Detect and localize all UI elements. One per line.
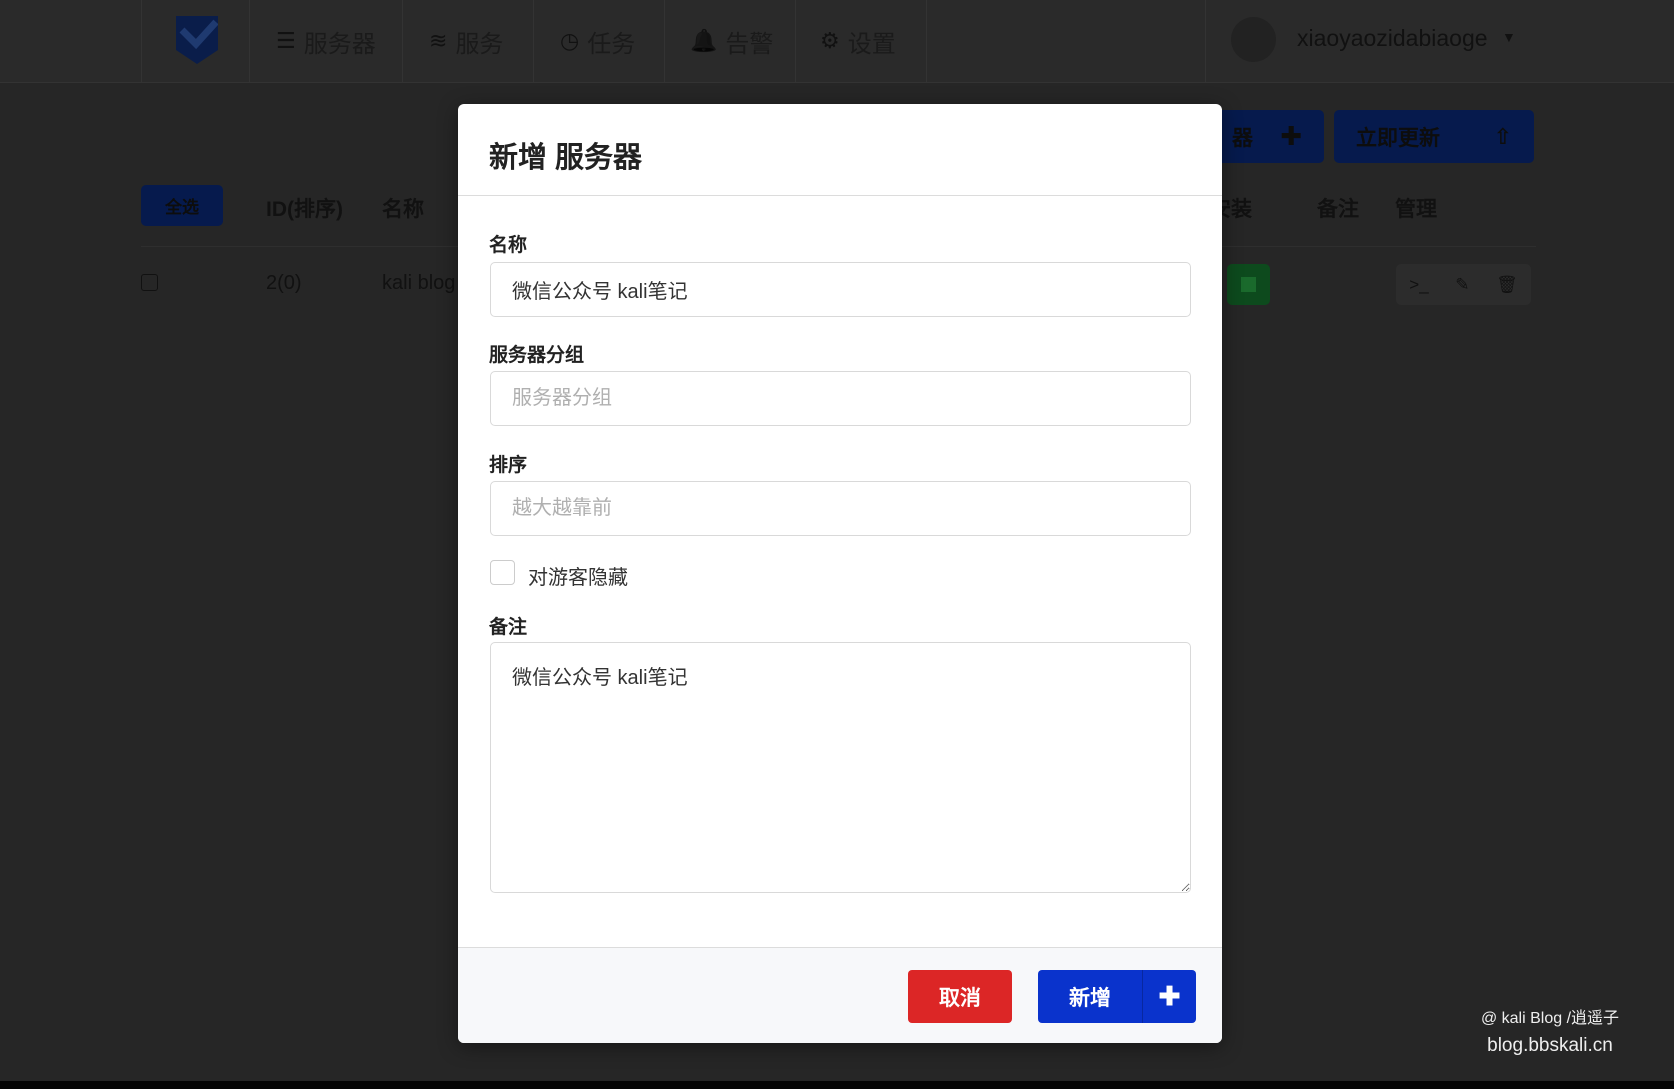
note-label: 备注 [489, 617, 528, 638]
windows-install-button[interactable] [1227, 264, 1270, 305]
nav-services[interactable]: ≋ 服务 [429, 22, 503, 60]
submit-button[interactable]: 新增 ✚ [1038, 970, 1196, 1023]
edit-icon[interactable]: ✎ [1455, 275, 1469, 295]
add-server-button[interactable]: 器 ✚ [1210, 110, 1324, 163]
nav-label: 设置 [847, 30, 896, 58]
row-id: 2(0) [266, 272, 302, 294]
divider [458, 195, 1222, 196]
plus-icon: ✚ [1280, 121, 1302, 151]
modal-title: 新增 服务器 [489, 142, 643, 174]
row-actions: >_ ✎ 🗑 [1396, 264, 1531, 305]
add-server-modal: 新增 服务器 名称 服务器分组 排序 对游客隐藏 备注 微信公众号 kali笔记… [458, 104, 1222, 1043]
header-id: ID(排序) [266, 198, 343, 221]
divider [141, 0, 142, 83]
bottom-bar [0, 1081, 1674, 1089]
header-manage: 管理 [1395, 198, 1437, 221]
order-label: 排序 [489, 455, 528, 476]
username[interactable]: xiaoyaozidabiaoge [1297, 25, 1488, 52]
nav-label: 服务器 [303, 30, 376, 58]
nav-alerts[interactable]: 🔔 告警 [690, 22, 773, 60]
update-now-label: 立即更新 [1356, 126, 1440, 150]
plus-icon: ✚ [1142, 970, 1196, 1023]
modal-footer: 取消 新增 ✚ [458, 947, 1222, 1043]
clock-icon: ◷ [560, 28, 580, 53]
order-input[interactable] [490, 481, 1191, 536]
arrow-up-circle-icon: ⇧ [1493, 123, 1512, 149]
add-server-label: 器 [1232, 126, 1253, 150]
rss-icon: ≋ [429, 28, 448, 53]
nav-settings[interactable]: ⚙ 设置 [820, 22, 896, 60]
nav-servers[interactable]: ☰ 服务器 [276, 22, 376, 60]
trash-icon[interactable]: 🗑 [1496, 275, 1518, 295]
submit-label: 新增 [1069, 986, 1111, 1010]
cancel-button[interactable]: 取消 [908, 970, 1012, 1023]
logo-icon[interactable] [176, 16, 219, 64]
hide-from-guest-checkbox[interactable] [490, 560, 515, 585]
header-name: 名称 [382, 198, 424, 221]
group-input[interactable] [490, 371, 1191, 426]
name-input[interactable] [490, 262, 1191, 317]
top-navbar: ☰ 服务器 ≋ 服务 ◷ 任务 🔔 告警 ⚙ 设置 xiaoyaozidabiaoge ▼ [0, 0, 1674, 83]
watermark-line2: blog.bbskali.cn [1487, 1035, 1613, 1056]
header-note: 备注 [1317, 198, 1359, 221]
name-label: 名称 [489, 235, 528, 256]
row-checkbox[interactable] [141, 274, 158, 291]
terminal-icon[interactable]: >_ [1409, 275, 1428, 295]
windows-icon [1241, 277, 1256, 292]
nav-label: 任务 [587, 30, 636, 58]
watermark-line1: @ kali Blog /逍遥子 [1480, 1010, 1620, 1027]
select-all-button[interactable]: 全选 [141, 185, 223, 226]
bell-icon: 🔔 [690, 28, 718, 53]
hide-from-guest-label[interactable]: 对游客隐藏 [528, 561, 628, 590]
update-now-button[interactable]: 立即更新 ⇧ [1334, 110, 1534, 163]
nav-label: 告警 [725, 30, 774, 58]
server-icon: ☰ [276, 28, 296, 53]
avatar[interactable] [1231, 17, 1276, 62]
nav-label: 服务 [455, 30, 504, 58]
note-textarea[interactable]: 微信公众号 kali笔记 [490, 642, 1191, 893]
gear-icon: ⚙ [820, 28, 840, 53]
nav-tasks[interactable]: ◷ 任务 [560, 22, 635, 60]
chevron-down-icon[interactable]: ▼ [1502, 29, 1516, 45]
group-label: 服务器分组 [489, 345, 585, 366]
row-name: kali blog [382, 272, 456, 294]
